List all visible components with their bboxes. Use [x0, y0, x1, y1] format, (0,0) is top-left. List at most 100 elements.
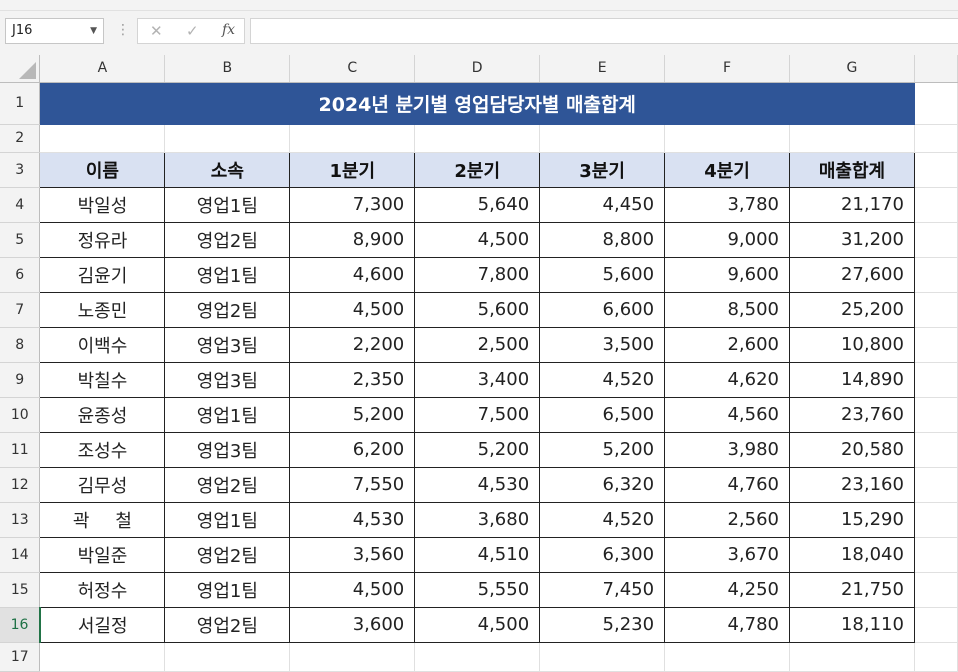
value-cell[interactable]: 7,450	[539, 571, 666, 608]
team-cell[interactable]: 영업3팀	[164, 361, 291, 398]
value-cell[interactable]: 2,200	[289, 326, 416, 363]
value-cell[interactable]: 18,040	[789, 536, 915, 573]
empty-cell[interactable]	[914, 82, 958, 125]
value-cell[interactable]: 4,620	[664, 361, 790, 398]
value-cell[interactable]: 5,640	[414, 186, 541, 223]
row-header[interactable]: 14	[0, 537, 41, 573]
row-header[interactable]: 6	[0, 257, 41, 293]
empty-cell[interactable]	[39, 124, 166, 153]
table-header-cell[interactable]: 매출합계	[789, 151, 915, 188]
team-cell[interactable]: 영업2팀	[164, 606, 291, 643]
row-header[interactable]: 5	[0, 222, 41, 258]
value-cell[interactable]: 2,560	[664, 501, 790, 538]
value-cell[interactable]: 4,500	[414, 606, 541, 643]
value-cell[interactable]: 8,900	[289, 221, 416, 258]
value-cell[interactable]: 3,400	[414, 361, 541, 398]
name-box[interactable]: J16 ▼	[5, 18, 104, 44]
value-cell[interactable]: 8,500	[664, 291, 790, 328]
value-cell[interactable]: 4,600	[289, 256, 416, 293]
empty-cell[interactable]	[539, 124, 666, 153]
column-header-c[interactable]: C	[289, 55, 416, 83]
name-cell[interactable]: 김무성	[39, 466, 166, 503]
empty-cell[interactable]	[914, 362, 958, 398]
value-cell[interactable]: 6,600	[539, 291, 666, 328]
empty-cell[interactable]	[914, 537, 958, 573]
column-header-g[interactable]: G	[789, 55, 915, 83]
team-cell[interactable]: 영업3팀	[164, 326, 291, 363]
table-header-cell[interactable]: 2분기	[414, 151, 541, 188]
column-header-d[interactable]: D	[414, 55, 541, 83]
value-cell[interactable]: 23,760	[789, 396, 915, 433]
value-cell[interactable]: 3,600	[289, 606, 416, 643]
team-cell[interactable]: 영업1팀	[164, 571, 291, 608]
value-cell[interactable]: 4,250	[664, 571, 790, 608]
value-cell[interactable]: 4,520	[539, 501, 666, 538]
value-cell[interactable]: 4,450	[539, 186, 666, 223]
row-header[interactable]: 4	[0, 187, 41, 223]
value-cell[interactable]: 3,500	[539, 326, 666, 363]
value-cell[interactable]: 3,680	[414, 501, 541, 538]
cancel-icon[interactable]: ✕	[150, 22, 163, 40]
empty-cell[interactable]	[914, 607, 958, 643]
value-cell[interactable]: 18,110	[789, 606, 915, 643]
empty-cell[interactable]	[914, 152, 958, 188]
name-cell[interactable]: 서길정	[39, 606, 166, 643]
value-cell[interactable]: 7,800	[414, 256, 541, 293]
name-cell[interactable]: 정유라	[39, 221, 166, 258]
empty-cell[interactable]	[914, 327, 958, 363]
formula-input[interactable]	[250, 18, 958, 44]
value-cell[interactable]: 4,500	[289, 571, 416, 608]
row-header[interactable]: 3	[0, 152, 41, 188]
team-cell[interactable]: 영업1팀	[164, 396, 291, 433]
value-cell[interactable]: 3,980	[664, 431, 790, 468]
team-cell[interactable]: 영업3팀	[164, 431, 291, 468]
value-cell[interactable]: 4,510	[414, 536, 541, 573]
value-cell[interactable]: 27,600	[789, 256, 915, 293]
value-cell[interactable]: 6,300	[539, 536, 666, 573]
value-cell[interactable]: 5,200	[289, 396, 416, 433]
empty-cell[interactable]	[289, 124, 416, 153]
value-cell[interactable]: 21,170	[789, 186, 915, 223]
table-header-cell[interactable]: 3분기	[539, 151, 666, 188]
empty-cell[interactable]	[664, 642, 790, 672]
empty-cell[interactable]	[289, 642, 416, 672]
team-cell[interactable]: 영업1팀	[164, 186, 291, 223]
value-cell[interactable]: 6,200	[289, 431, 416, 468]
row-header[interactable]: 12	[0, 467, 41, 503]
team-cell[interactable]: 영업2팀	[164, 291, 291, 328]
name-cell[interactable]: 노종민	[39, 291, 166, 328]
value-cell[interactable]: 5,200	[414, 431, 541, 468]
empty-cell[interactable]	[914, 572, 958, 608]
empty-cell[interactable]	[664, 124, 790, 153]
empty-cell[interactable]	[414, 124, 541, 153]
value-cell[interactable]: 4,760	[664, 466, 790, 503]
value-cell[interactable]: 3,670	[664, 536, 790, 573]
value-cell[interactable]: 5,550	[414, 571, 541, 608]
value-cell[interactable]: 5,600	[539, 256, 666, 293]
name-cell[interactable]: 박일성	[39, 186, 166, 223]
value-cell[interactable]: 4,500	[289, 291, 416, 328]
empty-cell[interactable]	[789, 124, 915, 153]
value-cell[interactable]: 6,320	[539, 466, 666, 503]
value-cell[interactable]: 3,560	[289, 536, 416, 573]
row-header[interactable]: 10	[0, 397, 41, 433]
empty-cell[interactable]	[914, 397, 958, 433]
column-header-b[interactable]: B	[164, 55, 291, 83]
select-all-button[interactable]	[0, 55, 41, 83]
name-cell[interactable]: 이백수	[39, 326, 166, 363]
row-header[interactable]: 8	[0, 327, 41, 363]
empty-cell[interactable]	[164, 124, 291, 153]
value-cell[interactable]: 2,350	[289, 361, 416, 398]
empty-cell[interactable]	[914, 467, 958, 503]
value-cell[interactable]: 10,800	[789, 326, 915, 363]
enter-check-icon[interactable]: ✓	[186, 22, 199, 40]
empty-cell[interactable]	[914, 502, 958, 538]
value-cell[interactable]: 7,550	[289, 466, 416, 503]
name-cell[interactable]: 김윤기	[39, 256, 166, 293]
value-cell[interactable]: 5,600	[414, 291, 541, 328]
value-cell[interactable]: 7,300	[289, 186, 416, 223]
value-cell[interactable]: 21,750	[789, 571, 915, 608]
empty-cell[interactable]	[914, 432, 958, 468]
column-header-h[interactable]	[914, 55, 958, 83]
value-cell[interactable]: 4,520	[539, 361, 666, 398]
